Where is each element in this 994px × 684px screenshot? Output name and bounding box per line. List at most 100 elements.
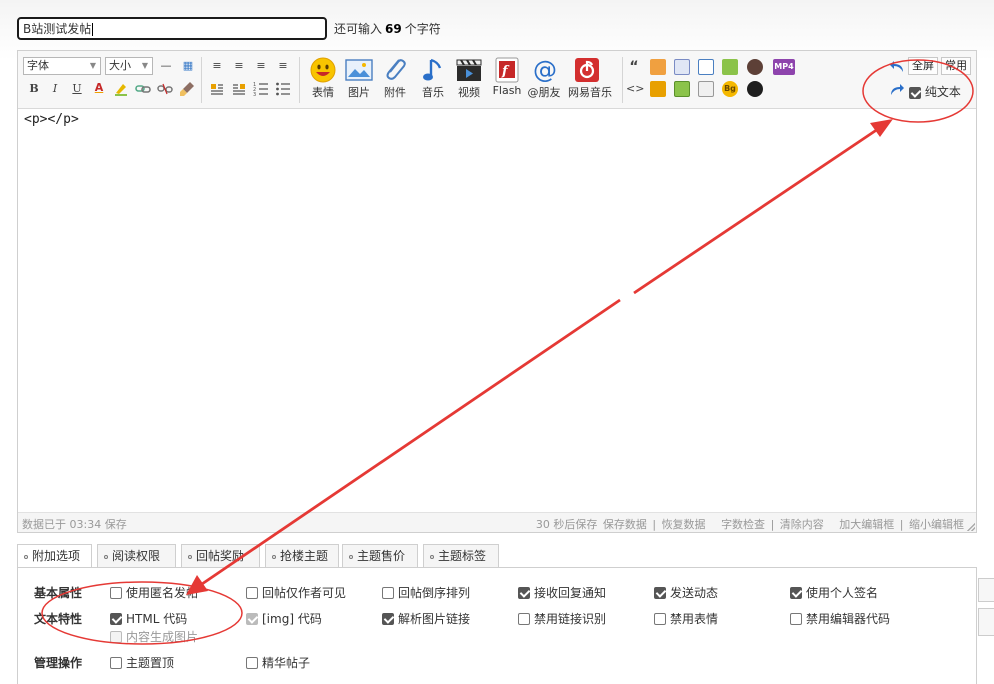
page-break-icon[interactable]: [698, 81, 714, 97]
qq-icon[interactable]: [747, 81, 763, 97]
option-checkbox[interactable]: [382, 612, 394, 625]
tab-thread-price[interactable]: 主题售价: [342, 544, 418, 568]
highlight-icon[interactable]: [113, 80, 129, 96]
option-label: 解析图片链接: [398, 612, 471, 626]
word-check-link[interactable]: 字数检查: [721, 518, 765, 531]
option-checkbox[interactable]: [110, 612, 122, 625]
key-icon[interactable]: [722, 59, 738, 75]
save-data-link[interactable]: 保存数据: [603, 518, 647, 531]
horizontal-rule-icon[interactable]: —: [158, 58, 174, 74]
quote-icon[interactable]: “: [626, 59, 642, 75]
side-tab-top[interactable]: [978, 578, 994, 602]
option-reply-author-only[interactable]: 回帖仅作者可见: [246, 584, 346, 601]
plaintext-toggle[interactable]: 纯文本: [909, 83, 961, 100]
paperclip-icon[interactable]: [380, 56, 410, 84]
music-note-icon[interactable]: [418, 56, 448, 84]
mp4-icon[interactable]: MP4: [773, 59, 795, 75]
italic-icon[interactable]: I: [47, 81, 63, 97]
image-icon[interactable]: [344, 57, 374, 85]
clear-format-brush-icon[interactable]: [179, 81, 195, 97]
underline-icon[interactable]: U: [69, 81, 85, 97]
font-select[interactable]: 字体 ▼: [23, 57, 101, 75]
tab-read-permission[interactable]: 阅读权限: [97, 544, 176, 568]
text-color-icon[interactable]: A: [91, 80, 107, 96]
toolbar-separator: [201, 57, 202, 103]
smiley-icon[interactable]: [308, 56, 338, 84]
shrink-editor-link[interactable]: 缩小编辑框: [909, 518, 964, 531]
option-disable-editor-code[interactable]: 禁用编辑器代码: [790, 610, 890, 627]
option-checkbox[interactable]: [654, 612, 666, 625]
float-left-icon[interactable]: [209, 81, 225, 97]
unlink-icon[interactable]: [157, 81, 173, 97]
option-digest-thread[interactable]: 精华帖子: [246, 654, 310, 671]
align-center-icon[interactable]: ≡: [231, 58, 247, 74]
option-reverse-order[interactable]: 回帖倒序排列: [382, 584, 470, 601]
option-label: 禁用表情: [670, 612, 719, 626]
video-clapper-icon[interactable]: [454, 56, 484, 84]
code-icon[interactable]: <>: [626, 81, 644, 97]
tab-label: 回帖奖励: [196, 549, 245, 563]
option-checkbox[interactable]: [790, 586, 802, 599]
option-checkbox[interactable]: [110, 586, 122, 599]
enlarge-editor-link[interactable]: 加大编辑框: [839, 518, 894, 531]
unordered-list-icon[interactable]: [275, 81, 291, 97]
undo-icon[interactable]: [889, 59, 905, 75]
option-checkbox[interactable]: [654, 586, 666, 599]
resize-grip-icon[interactable]: [967, 523, 975, 531]
ordered-list-icon[interactable]: 123: [253, 81, 269, 98]
align-right-icon[interactable]: ≡: [275, 58, 291, 74]
word-doc-icon[interactable]: [674, 59, 690, 75]
tab-extra-options[interactable]: 附加选项: [17, 544, 92, 568]
option-parse-image-links[interactable]: 解析图片链接: [382, 610, 470, 627]
link-icon[interactable]: [135, 81, 151, 97]
option-checkbox[interactable]: [246, 656, 258, 669]
float-right-icon[interactable]: [231, 81, 247, 97]
bomb-icon[interactable]: [747, 59, 763, 75]
common-button[interactable]: 常用: [941, 57, 971, 75]
option-img-code: [img] 代码: [246, 610, 322, 627]
option-sticky-thread[interactable]: 主题置顶: [110, 654, 174, 671]
tab-floor-grab[interactable]: 抢楼主题: [265, 544, 339, 568]
redo-icon[interactable]: [889, 82, 905, 98]
editor-content-area[interactable]: <p></p>: [18, 109, 976, 513]
lock-icon[interactable]: [650, 81, 666, 97]
option-checkbox[interactable]: [246, 586, 258, 599]
editor-statusbar: 数据已于 03:34 保存 30 秒后保存 保存数据 | 恢复数据 字数检查 |…: [18, 512, 976, 532]
option-disable-link-detect[interactable]: 禁用链接识别: [518, 610, 606, 627]
tab-thread-tags[interactable]: 主题标签: [423, 544, 499, 568]
flash-icon[interactable]: f: [492, 56, 522, 84]
option-disable-smilies[interactable]: 禁用表情: [654, 610, 718, 627]
netease-music-icon[interactable]: [572, 56, 602, 84]
option-html-code[interactable]: HTML 代码: [110, 610, 187, 627]
netease-button-label[interactable]: 网易音乐: [565, 84, 615, 100]
download-icon[interactable]: [674, 81, 690, 97]
clear-content-link[interactable]: 清除内容: [780, 518, 824, 531]
option-label: 使用匿名发帖: [126, 586, 199, 600]
tab-dot-icon: [104, 554, 108, 559]
option-checkbox[interactable]: [518, 586, 530, 599]
size-select[interactable]: 大小 ▼: [105, 57, 153, 75]
table-icon[interactable]: ▦: [180, 58, 196, 74]
option-checkbox[interactable]: [110, 656, 122, 669]
plaintext-checkbox[interactable]: [909, 86, 921, 99]
option-send-feed[interactable]: 发送动态: [654, 584, 718, 601]
title-input[interactable]: B站测试发帖: [17, 17, 327, 40]
option-reply-notify[interactable]: 接收回复通知: [518, 584, 606, 601]
restore-data-link[interactable]: 恢复数据: [662, 518, 706, 531]
mention-button-label[interactable]: @朋友: [522, 84, 566, 100]
list-table-icon[interactable]: [698, 59, 714, 75]
fullscreen-button[interactable]: 全屏: [908, 57, 938, 75]
align-justify-icon[interactable]: ≡: [253, 58, 269, 74]
align-left-icon[interactable]: ≡: [209, 58, 225, 74]
option-anonymous[interactable]: 使用匿名发帖: [110, 584, 198, 601]
background-icon[interactable]: Bg: [722, 81, 738, 97]
bold-icon[interactable]: B: [26, 81, 42, 97]
option-use-signature[interactable]: 使用个人签名: [790, 584, 878, 601]
at-icon[interactable]: @: [529, 56, 559, 84]
option-checkbox[interactable]: [382, 586, 394, 599]
option-checkbox[interactable]: [518, 612, 530, 625]
option-checkbox[interactable]: [790, 612, 802, 625]
lock-grid-icon[interactable]: [650, 59, 666, 75]
tab-reply-reward[interactable]: 回帖奖励: [181, 544, 260, 568]
side-tab-bottom[interactable]: [978, 608, 994, 636]
